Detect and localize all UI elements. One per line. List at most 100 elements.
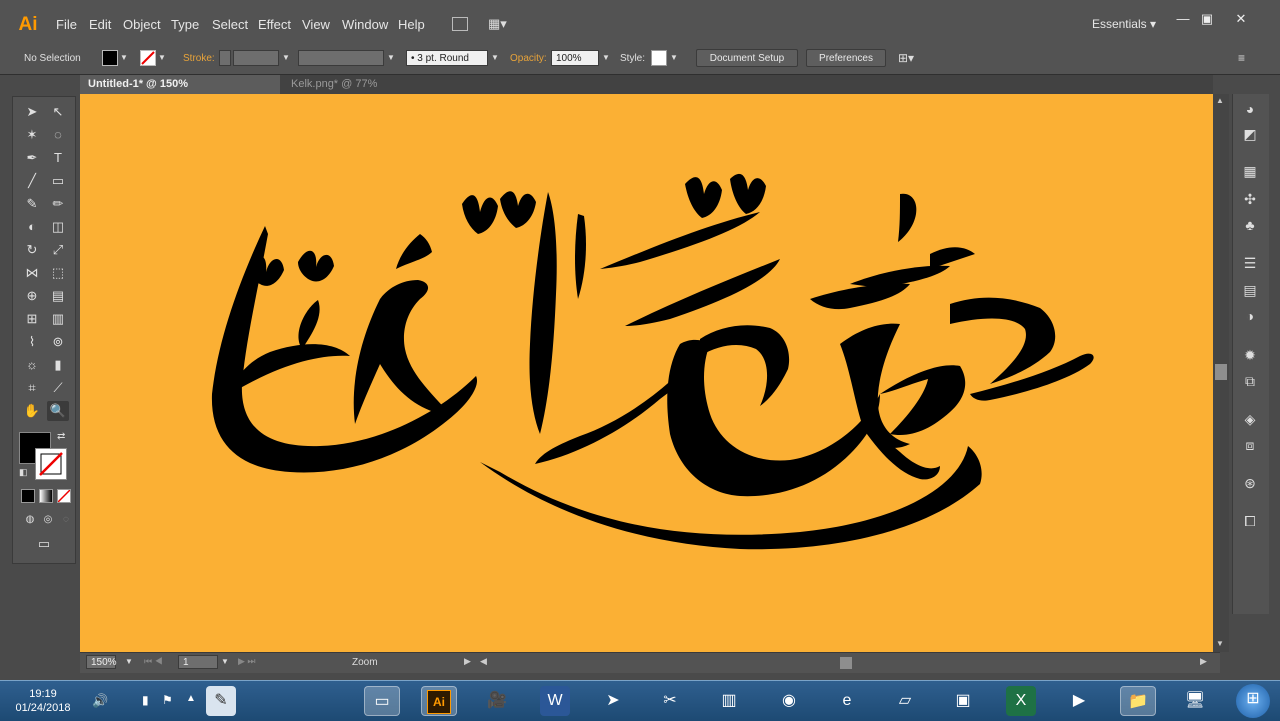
menu-help[interactable]: Help bbox=[398, 17, 425, 32]
default-colors-icon[interactable]: ◧ bbox=[19, 467, 28, 478]
fill-swatch[interactable] bbox=[102, 50, 118, 66]
artboard-number-field[interactable]: 1 bbox=[178, 655, 218, 669]
gradient-mode-icon[interactable] bbox=[39, 489, 53, 503]
taskbar-telegram-icon[interactable]: ➤ bbox=[598, 686, 628, 716]
start-button-icon[interactable]: ⊞ bbox=[1236, 684, 1270, 718]
menu-object[interactable]: Object bbox=[123, 17, 161, 32]
free-transform-tool-icon[interactable]: ⬚ bbox=[47, 263, 69, 283]
scale-tool-icon[interactable]: ⤢ bbox=[47, 240, 69, 260]
paintbrush-tool-icon[interactable]: ✎ bbox=[21, 194, 43, 214]
slice-tool-icon[interactable]: ⟋ bbox=[47, 378, 69, 398]
zoom-level-field[interactable]: 150% bbox=[86, 655, 117, 669]
menu-window[interactable]: Window bbox=[342, 17, 388, 32]
action-center-flag-icon[interactable]: ⚑ bbox=[162, 693, 173, 707]
vertical-scroll-thumb[interactable] bbox=[1215, 364, 1227, 380]
preferences-button[interactable]: Preferences bbox=[806, 49, 886, 67]
none-mode-icon[interactable] bbox=[57, 489, 71, 503]
tab-untitled[interactable]: Untitled-1* @ 150% (RGB/Preview)× bbox=[80, 75, 280, 109]
swap-colors-icon[interactable]: ⇄ bbox=[57, 431, 65, 442]
tray-expand-icon[interactable]: ▲ bbox=[186, 693, 196, 704]
scroll-down-icon[interactable]: ▼ bbox=[1216, 639, 1224, 648]
scroll-left-icon[interactable]: ◀ bbox=[480, 656, 487, 667]
status-menu-icon[interactable]: ▶ bbox=[464, 656, 471, 667]
opacity-label[interactable]: Opacity: bbox=[510, 53, 547, 64]
rotate-tool-icon[interactable]: ↻ bbox=[21, 240, 43, 260]
menu-select[interactable]: Select bbox=[212, 17, 248, 32]
stroke-panel-icon[interactable]: ☰ bbox=[1241, 254, 1259, 272]
system-clock[interactable]: 19:19 01/24/2018 bbox=[14, 687, 72, 715]
taskbar-ie-icon[interactable]: e bbox=[832, 686, 862, 716]
eraser-tool-icon[interactable]: ◫ bbox=[47, 217, 69, 237]
blob-brush-tool-icon[interactable]: ◐ bbox=[21, 217, 43, 237]
taskbar-excel-icon[interactable]: X bbox=[1006, 686, 1036, 716]
stroke-weight-stepper[interactable] bbox=[219, 50, 231, 66]
taskbar-explorer-window-icon[interactable]: ▭ bbox=[364, 686, 400, 716]
artboard-tool-icon[interactable]: ⌗ bbox=[21, 378, 43, 398]
brush-definition[interactable]: • 3 pt. Round bbox=[406, 50, 488, 66]
stroke-dropdown-icon[interactable]: ▼ bbox=[157, 50, 167, 66]
artboard-canvas[interactable] bbox=[80, 94, 1213, 652]
transparency-panel-icon[interactable]: ◑ bbox=[1241, 307, 1259, 325]
horizontal-scroll-thumb[interactable] bbox=[840, 657, 852, 669]
volume-icon[interactable]: 🔊 bbox=[92, 693, 108, 709]
graphic-style-swatch[interactable] bbox=[651, 50, 667, 66]
gradient-tool-icon[interactable]: ▥ bbox=[47, 309, 69, 329]
pen-tool-icon[interactable]: ✒ bbox=[21, 148, 43, 168]
lasso-tool-icon[interactable]: ◌ bbox=[47, 125, 69, 145]
artboards-panel-icon[interactable]: ⧈ bbox=[1241, 436, 1259, 454]
stroke-swatch[interactable] bbox=[140, 50, 156, 66]
graphic-styles-icon[interactable]: ⧉ bbox=[1241, 372, 1259, 390]
panel-menu-icon[interactable]: ≡ bbox=[1238, 51, 1245, 65]
width-tool-icon[interactable]: ⋈ bbox=[21, 263, 43, 283]
pen-tablet-tray-icon[interactable]: ✎ bbox=[206, 686, 236, 716]
taskbar-folder-icon[interactable]: 📁 bbox=[1120, 686, 1156, 716]
menu-edit[interactable]: Edit bbox=[89, 17, 111, 32]
rectangle-tool-icon[interactable]: ▭ bbox=[47, 171, 69, 191]
close-icon[interactable]: ✕ bbox=[1230, 10, 1252, 28]
swatches-panel-icon[interactable]: ▦ bbox=[1241, 162, 1259, 180]
symbol-sprayer-tool-icon[interactable]: ☼ bbox=[21, 355, 43, 375]
stroke-label[interactable]: Stroke: bbox=[183, 53, 215, 64]
opacity-dropdown-icon[interactable]: ▼ bbox=[601, 50, 611, 66]
transform-panel-icon[interactable]: ⧠ bbox=[1241, 512, 1259, 530]
direct-selection-tool-icon[interactable]: ↖ bbox=[47, 102, 69, 122]
selection-tool-icon[interactable]: ➤ bbox=[21, 102, 43, 122]
brush-dropdown-icon[interactable]: ▼ bbox=[490, 50, 500, 66]
battery-icon[interactable]: ▮ bbox=[142, 693, 149, 707]
first-artboard-icon[interactable]: ⏮ ◀ bbox=[144, 656, 163, 667]
mesh-tool-icon[interactable]: ⊞ bbox=[21, 309, 43, 329]
zoom-tool-icon[interactable]: 🔍 bbox=[47, 401, 69, 421]
hand-tool-icon[interactable]: ✋ bbox=[21, 401, 43, 421]
stroke-weight-dropdown-icon[interactable]: ▼ bbox=[281, 50, 291, 66]
profile-dropdown-icon[interactable]: ▼ bbox=[386, 50, 396, 66]
document-setup-button[interactable]: Document Setup bbox=[696, 49, 798, 67]
taskbar-chrome-icon[interactable]: ◉ bbox=[774, 686, 804, 716]
layers-panel-icon[interactable]: ◈ bbox=[1241, 410, 1259, 428]
taskbar-book-icon[interactable]: ▥ bbox=[714, 686, 744, 716]
menu-file[interactable]: File bbox=[56, 17, 77, 32]
menu-effect[interactable]: Effect bbox=[258, 17, 291, 32]
screen-mode-icon[interactable]: ▭ bbox=[33, 534, 55, 554]
bridge-icon[interactable] bbox=[452, 17, 468, 31]
minimize-icon[interactable]: — bbox=[1172, 10, 1194, 28]
column-graph-tool-icon[interactable]: ▮ bbox=[47, 355, 69, 375]
stroke-weight-field[interactable] bbox=[233, 50, 279, 66]
taskbar-notes-icon[interactable]: ▱ bbox=[890, 686, 920, 716]
menu-type[interactable]: Type bbox=[171, 17, 199, 32]
magic-wand-tool-icon[interactable]: ✶ bbox=[21, 125, 43, 145]
taskbar-tools-icon[interactable]: ✂ bbox=[655, 686, 685, 716]
last-artboard-icon[interactable]: ▶ ⏭ bbox=[238, 656, 256, 667]
symbols-panel-icon[interactable]: ♣ bbox=[1241, 216, 1259, 234]
line-tool-icon[interactable]: ╱ bbox=[21, 171, 43, 191]
style-dropdown-icon[interactable]: ▼ bbox=[669, 50, 679, 66]
blend-tool-icon[interactable]: ⊚ bbox=[47, 332, 69, 352]
opacity-field[interactable]: 100% bbox=[551, 50, 599, 66]
eyedropper-tool-icon[interactable]: ⌇ bbox=[21, 332, 43, 352]
taskbar-network-icon[interactable]: ▣ bbox=[948, 686, 978, 716]
artboard-dropdown-icon[interactable]: ▼ bbox=[220, 655, 230, 669]
fill-dropdown-icon[interactable]: ▼ bbox=[119, 50, 129, 66]
tab-kelk[interactable]: Kelk.png* @ 77% (RGB/Preview)× bbox=[283, 75, 473, 109]
arrange-icon[interactable]: ⊞▾ bbox=[898, 51, 914, 65]
scroll-right-icon[interactable]: ▶ bbox=[1200, 656, 1207, 667]
appearance-panel-icon[interactable]: ✹ bbox=[1241, 346, 1259, 364]
